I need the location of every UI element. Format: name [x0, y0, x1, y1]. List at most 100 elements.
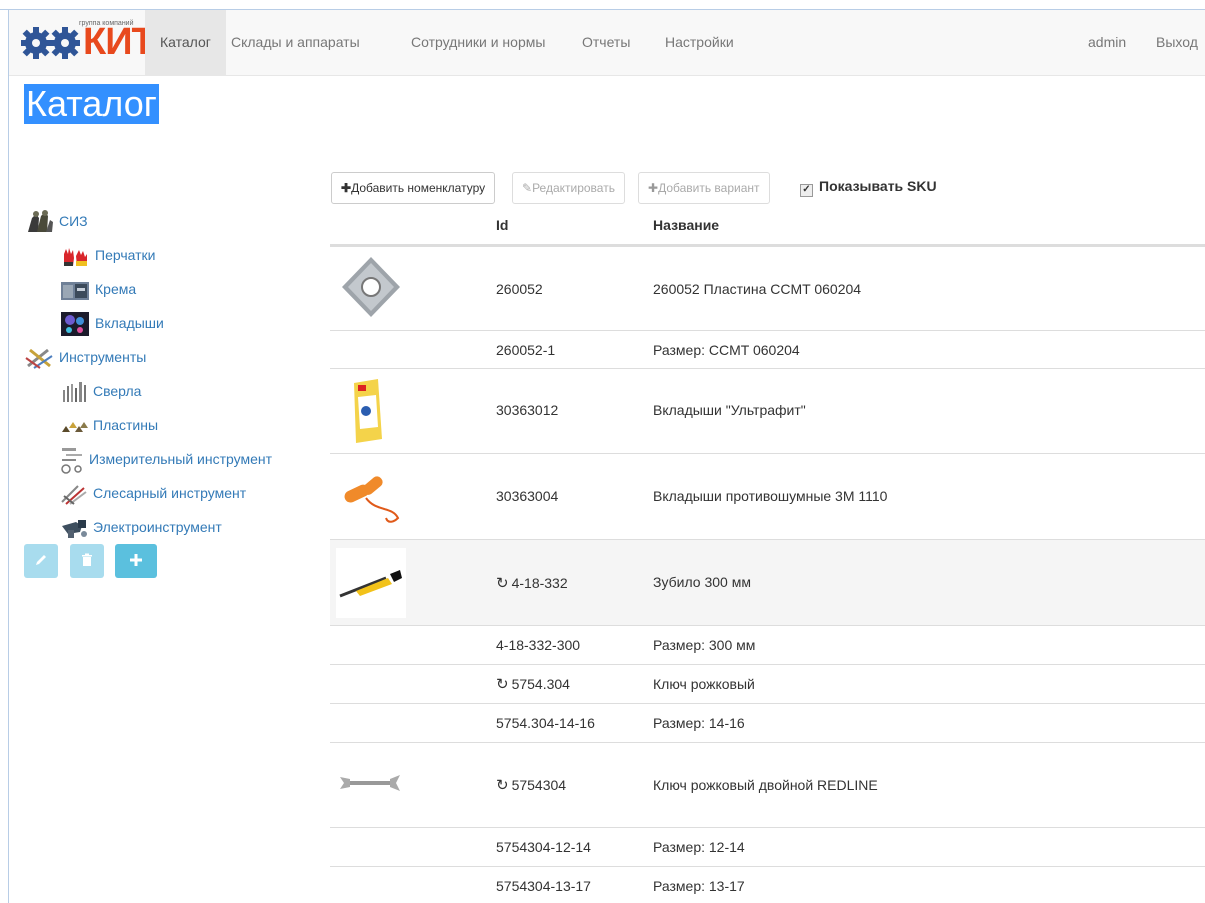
gloves-icon — [64, 248, 87, 267]
table-row[interactable]: 30363012 Вкладыши "Ультрафит" — [330, 368, 1205, 453]
window-left-border — [8, 9, 9, 903]
nav-user-label: admin — [1088, 34, 1127, 50]
table-row[interactable]: 260052 260052 Пластина CCMT 060204 — [330, 246, 1205, 330]
row-id: 4-18-332-300 — [496, 637, 581, 653]
tree-item-measuring-label: Измерительный инструмент — [89, 451, 273, 467]
row-id: 30363004 — [496, 488, 559, 504]
nav-user[interactable]: admin — [1073, 10, 1141, 75]
tree-item-ppe-label: СИЗ — [59, 213, 88, 229]
tree-item-inserts[interactable]: Пластины — [58, 412, 158, 438]
row-id-text: 5754.304 — [511, 676, 570, 692]
tree-item-tools[interactable]: Инструменты — [24, 344, 146, 370]
header-name[interactable]: Название — [653, 217, 719, 233]
nav-employees-label: Сотрудники и нормы — [411, 34, 546, 50]
brand-logo[interactable]: группа компаний КИТ — [21, 20, 155, 62]
page-title: Каталог — [24, 83, 159, 124]
nav-logout-label: Выход — [1156, 34, 1198, 50]
tree-delete-button[interactable] — [70, 544, 104, 578]
tree-item-locksmith-label: Слесарный инструмент — [93, 485, 247, 501]
earplugs-icon — [61, 312, 89, 337]
window-top-border — [0, 0, 1205, 10]
tree-item-drills-label: Сверла — [93, 383, 142, 399]
add-variant-button[interactable]: ✚Добавить вариант — [638, 172, 770, 204]
nav-warehouses[interactable]: Склады и аппараты — [216, 10, 375, 75]
table-header: Id Название — [330, 206, 1205, 246]
table-row[interactable]: 5754304-12-14 Размер: 12-14 — [330, 827, 1205, 866]
refresh-icon: ↻ — [496, 575, 509, 592]
show-sku-label: Показывать SKU — [819, 178, 937, 194]
refresh-icon: ↻ — [496, 777, 509, 794]
wrench-thumbnail — [340, 775, 400, 791]
edit-label: Редактировать — [532, 181, 615, 195]
row-name: Вкладыши противошумные 3M 1110 — [653, 488, 888, 504]
nav-settings[interactable]: Настройки — [650, 10, 749, 75]
table-row[interactable]: ↻ 5754.304 Ключ рожковый — [330, 664, 1205, 703]
tree-edit-button[interactable] — [24, 544, 58, 578]
table-row[interactable]: 30363004 Вкладыши противошумные 3M 1110 — [330, 453, 1205, 539]
row-id: 5754.304-14-16 — [496, 715, 595, 731]
tree-item-gloves[interactable]: Перчатки — [58, 242, 155, 268]
top-navbar: группа компаний КИТ Каталог Склады и апп… — [9, 10, 1205, 76]
row-id: 30363012 — [496, 402, 559, 418]
earplugs-thumbnail — [344, 476, 400, 523]
row-id-text: 5754304 — [511, 777, 567, 793]
edit-button[interactable]: ✎Редактировать — [512, 172, 625, 204]
tree-item-gloves-label: Перчатки — [95, 247, 156, 263]
trash-icon — [82, 553, 92, 566]
tree-item-power-tools[interactable]: Электроинструмент — [58, 514, 222, 540]
chisel-thumbnail — [336, 548, 406, 618]
row-id: ↻ 5754304 — [496, 776, 566, 794]
cream-icon — [61, 282, 89, 301]
row-id: 260052 — [496, 281, 543, 297]
row-name: Размер: 12-14 — [653, 839, 745, 855]
ppe-icon — [28, 210, 53, 233]
row-name: Размер: 300 мм — [653, 637, 756, 653]
nav-catalog-label: Каталог — [160, 34, 211, 50]
tree-item-tools-label: Инструменты — [59, 349, 147, 365]
locksmith-icon — [61, 485, 87, 506]
tree-item-locksmith[interactable]: Слесарный инструмент — [58, 480, 246, 506]
brand-name: КИТ — [83, 21, 155, 63]
gear-logo-icon — [21, 27, 80, 59]
row-name: Размер: CCMT 060204 — [653, 342, 800, 358]
row-name: 260052 Пластина CCMT 060204 — [653, 281, 862, 297]
tree-item-drills[interactable]: Сверла — [58, 378, 141, 404]
tree-add-button[interactable] — [115, 544, 157, 578]
refresh-icon: ↻ — [496, 676, 509, 693]
table-row[interactable]: ↻ 5754304 Ключ рожковый двойной REDLINE — [330, 742, 1205, 827]
measuring-icon — [61, 448, 82, 475]
plus-icon — [130, 554, 142, 566]
tree-item-cream-label: Крема — [95, 281, 137, 297]
nav-catalog[interactable]: Каталог — [145, 10, 226, 75]
tree-item-ppe[interactable]: СИЗ — [24, 208, 88, 234]
tree-item-earplugs[interactable]: Вкладыши — [58, 310, 164, 337]
plus-icon: ✚ — [648, 181, 659, 195]
row-name: Зубило 300 мм — [653, 574, 751, 590]
table-row[interactable]: ↻ 4-18-332 Зубило 300 мм — [330, 539, 1205, 625]
tools-icon — [25, 349, 53, 370]
row-id: 5754304-12-14 — [496, 839, 591, 855]
table-row[interactable]: 5754.304-14-16 Размер: 14-16 — [330, 703, 1205, 742]
pencil-icon — [36, 555, 46, 565]
nav-reports[interactable]: Отчеты — [567, 10, 645, 75]
row-id: ↻ 5754.304 — [496, 675, 570, 693]
tree-item-measuring[interactable]: Измерительный инструмент — [58, 446, 273, 475]
table-row[interactable]: 260052-1 Размер: CCMT 060204 — [330, 330, 1205, 368]
row-name: Вкладыши "Ультрафит" — [653, 402, 806, 418]
pencil-icon: ✎ — [522, 181, 533, 195]
header-id[interactable]: Id — [496, 217, 508, 233]
row-name: Размер: 14-16 — [653, 715, 745, 731]
table-row[interactable]: 4-18-332-300 Размер: 300 мм — [330, 625, 1205, 664]
plus-icon: ✚ — [341, 181, 352, 195]
show-sku-checkbox[interactable]: ✓ — [800, 184, 813, 197]
row-name: Ключ рожковый двойной REDLINE — [653, 777, 878, 793]
nav-logout[interactable]: Выход — [1141, 10, 1205, 75]
drills-icon — [63, 382, 86, 403]
add-nomenclature-label: Добавить номенклатуру — [351, 181, 486, 195]
show-sku-toggle[interactable]: ✓ Показывать SKU — [800, 178, 937, 197]
add-nomenclature-button[interactable]: ✚Добавить номенклатуру — [331, 172, 496, 204]
nav-employees[interactable]: Сотрудники и нормы — [396, 10, 560, 75]
tree-item-cream[interactable]: Крема — [58, 276, 136, 302]
nav-settings-label: Настройки — [665, 34, 734, 50]
table-row[interactable]: 5754304-13-17 Размер: 13-17 — [330, 866, 1205, 903]
